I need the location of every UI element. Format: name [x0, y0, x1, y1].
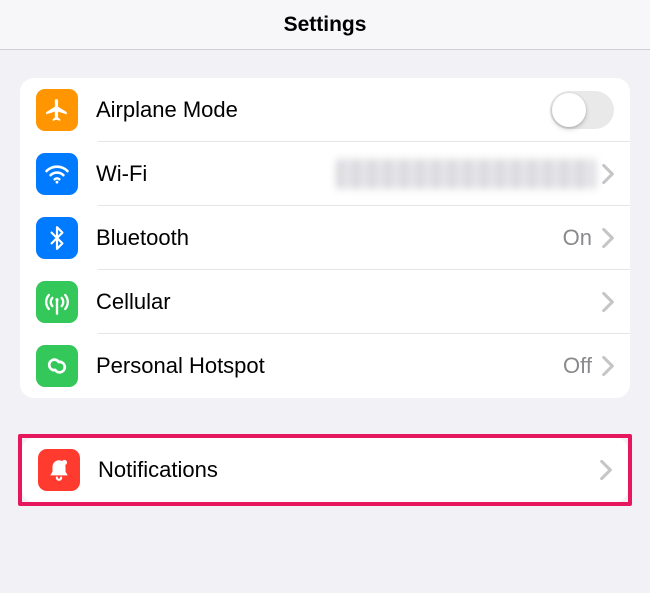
hotspot-value: Off	[563, 353, 592, 379]
chevron-right-icon	[600, 460, 612, 480]
highlight-box: Notifications	[18, 434, 632, 506]
row-wifi[interactable]: Wi-Fi	[20, 142, 630, 206]
chevron-right-icon	[602, 164, 614, 184]
settings-group-connectivity: Airplane Mode Wi-Fi Bluetooth	[20, 78, 630, 398]
row-airplane-mode[interactable]: Airplane Mode	[20, 78, 630, 142]
row-bluetooth[interactable]: Bluetooth On	[20, 206, 630, 270]
airplane-icon	[36, 89, 78, 131]
header: Settings	[0, 0, 650, 50]
page-title: Settings	[284, 13, 367, 37]
row-label: Notifications	[98, 457, 218, 483]
settings-group-notifications: Notifications	[22, 438, 628, 502]
row-label: Cellular	[96, 289, 171, 315]
airplane-toggle[interactable]	[550, 91, 614, 129]
row-label: Bluetooth	[96, 225, 189, 251]
hotspot-icon	[36, 345, 78, 387]
bluetooth-icon	[36, 217, 78, 259]
row-label: Airplane Mode	[96, 97, 238, 123]
row-label: Personal Hotspot	[96, 353, 265, 379]
notifications-icon	[38, 449, 80, 491]
wifi-value-redacted	[336, 159, 596, 189]
row-personal-hotspot[interactable]: Personal Hotspot Off	[20, 334, 630, 398]
row-label: Wi-Fi	[96, 161, 147, 187]
chevron-right-icon	[602, 228, 614, 248]
bluetooth-value: On	[563, 225, 592, 251]
row-cellular[interactable]: Cellular	[20, 270, 630, 334]
chevron-right-icon	[602, 356, 614, 376]
settings-content: Airplane Mode Wi-Fi Bluetooth	[0, 50, 650, 506]
chevron-right-icon	[602, 292, 614, 312]
row-notifications[interactable]: Notifications	[22, 438, 628, 502]
wifi-icon	[36, 153, 78, 195]
cellular-icon	[36, 281, 78, 323]
toggle-knob	[552, 93, 586, 127]
